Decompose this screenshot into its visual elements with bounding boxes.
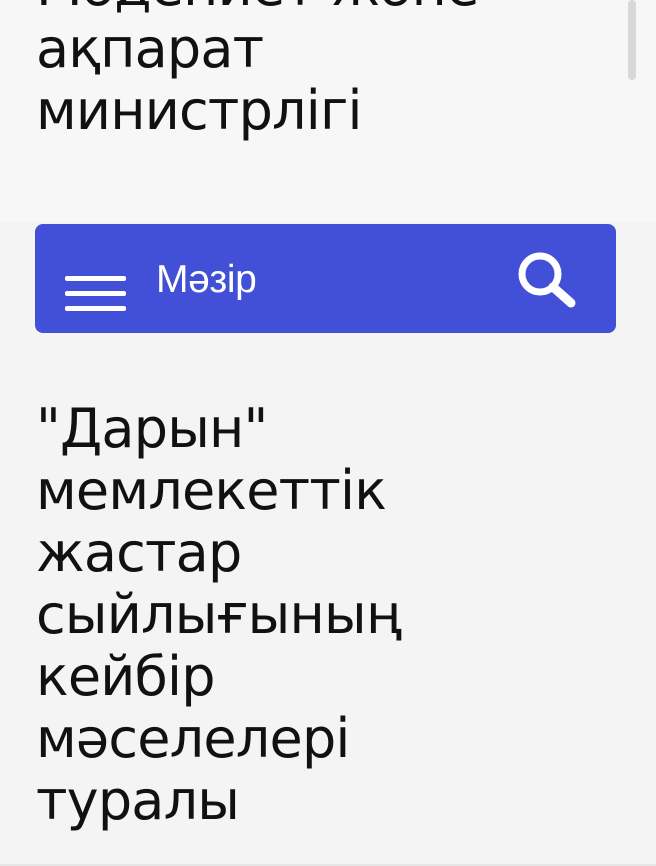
search-icon[interactable] bbox=[510, 246, 588, 312]
page-title: "Дарын" мемлекеттік жастар сыйлығының ке… bbox=[36, 397, 402, 832]
scrollbar-thumb[interactable] bbox=[628, 0, 636, 80]
hamburger-menu-icon[interactable] bbox=[57, 253, 126, 311]
main-navigation-bar: Мәзір bbox=[35, 224, 616, 333]
menu-label[interactable]: Мәзір bbox=[156, 256, 257, 304]
menu-button[interactable]: Мәзір bbox=[57, 244, 347, 314]
webpage: Мәдениет және ақпарат министрлігі Мәзір … bbox=[0, 0, 656, 866]
ministry-header: Мәдениет және ақпарат министрлігі bbox=[0, 0, 656, 222]
ministry-title: Мәдениет және ақпарат министрлігі bbox=[36, 0, 479, 142]
vertical-scrollbar[interactable] bbox=[628, 0, 636, 80]
search-button[interactable] bbox=[510, 246, 588, 312]
